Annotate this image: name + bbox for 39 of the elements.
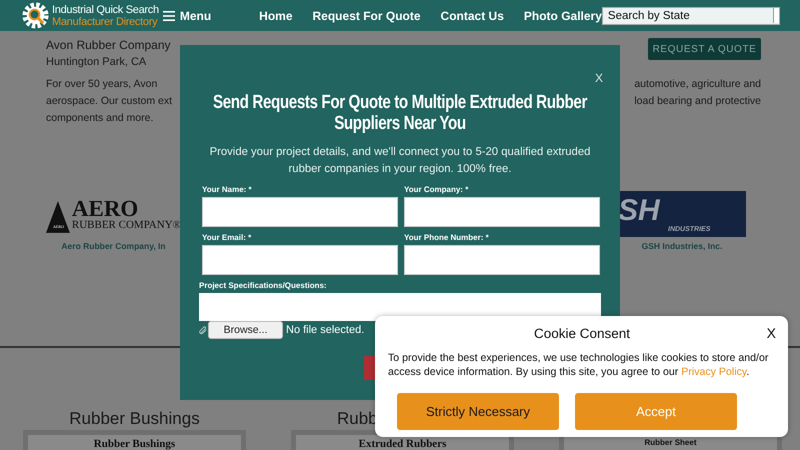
state-select[interactable]: Search by State xyxy=(602,6,780,24)
field-label: Project Specifications/Questions: xyxy=(199,280,328,291)
field-label: Your Name: * xyxy=(202,184,253,195)
description-text: aerospace. Our custom ext xyxy=(46,94,172,109)
nav-link[interactable]: Photo Gallery xyxy=(524,8,602,22)
field-label: Your Phone Number: * xyxy=(404,232,490,243)
description-text: load bearing and protective xyxy=(634,94,761,109)
menu-button[interactable]: Menu xyxy=(162,8,212,22)
field-label: Your Email: * xyxy=(202,232,252,243)
close-button[interactable]: X xyxy=(766,325,776,341)
paperclip-icon xyxy=(199,326,208,334)
category-card[interactable]: Rubber Bushings xyxy=(23,430,246,450)
menu-icon xyxy=(162,10,175,20)
file-status: No file selected. xyxy=(286,324,364,336)
close-button[interactable]: X xyxy=(594,71,603,85)
specifications-field[interactable] xyxy=(199,293,601,321)
modal-subtitle: Provide your project details, and we'll connect you to 5-20 qualified extruded rubber companies in your region. 100% free. xyxy=(208,145,592,177)
input-field[interactable] xyxy=(404,197,600,227)
description-text: components and more. xyxy=(46,111,154,126)
nav-link[interactable]: Home xyxy=(259,8,293,22)
input-field[interactable] xyxy=(404,245,600,275)
nav-link[interactable]: Contact Us xyxy=(440,8,504,22)
description-text: automotive, agriculture and xyxy=(634,77,761,92)
input-field[interactable] xyxy=(202,245,398,275)
field-label: Your Company: * xyxy=(404,184,470,195)
nav-link[interactable]: Request For Quote xyxy=(312,8,421,22)
input-field[interactable] xyxy=(202,197,398,227)
category-heading[interactable]: Rubber Bushings xyxy=(69,409,200,428)
browse-button[interactable]: Browse... xyxy=(208,321,283,339)
dropdown-icon xyxy=(773,8,779,23)
company-name: Avon Rubber Company xyxy=(46,37,171,53)
company-location: Huntington Park, CA xyxy=(46,55,148,70)
description-text: For over 50 years, Avon xyxy=(46,77,158,92)
cookie-text: To provide the best experiences, we use technologies like cookies to store and/or access device information. By using this site, you agree to our Privacy Policy. xyxy=(388,351,770,379)
necessary-button[interactable]: Strictly Necessary xyxy=(397,393,559,430)
modal-title: Send Requests For Quote to Multiple Extruded Rubber Suppliers Near You xyxy=(212,92,588,134)
request-quote-button[interactable]: REQUEST A QUOTE xyxy=(648,38,761,60)
cookie-title: Cookie Consent xyxy=(534,326,630,341)
logo-title[interactable]: Industrial Quick Search xyxy=(52,4,159,16)
